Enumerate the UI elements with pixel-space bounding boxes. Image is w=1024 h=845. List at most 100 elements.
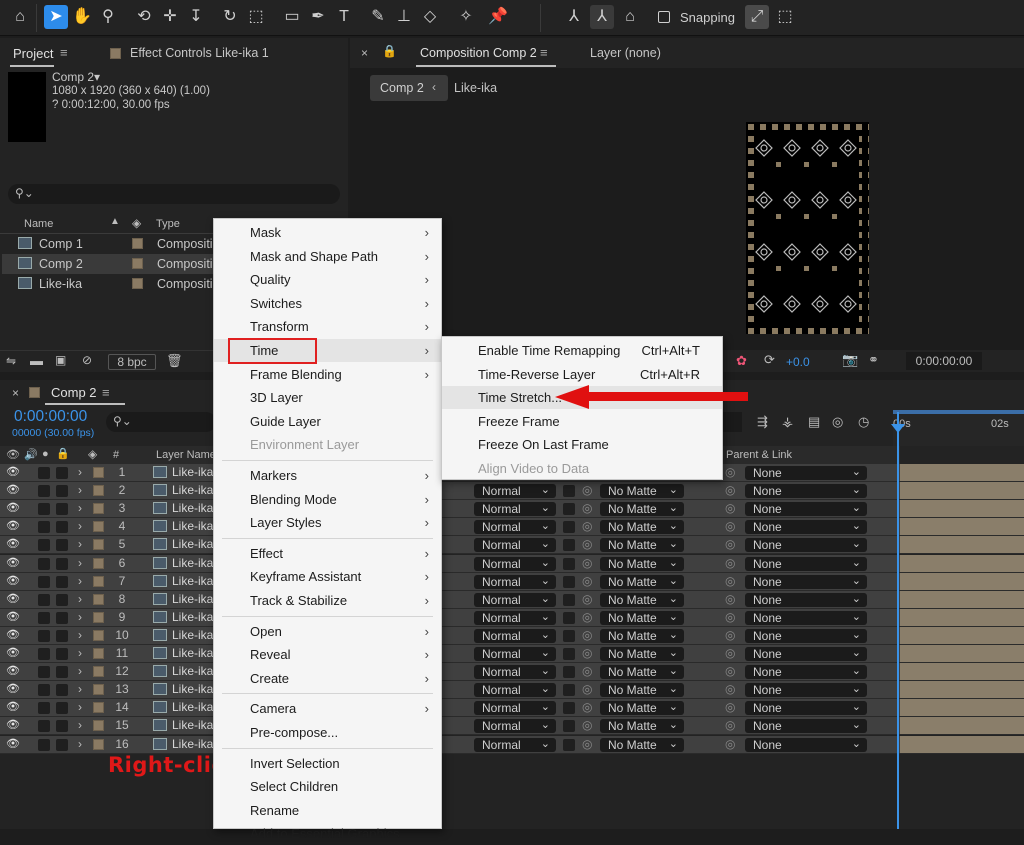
eye-icon[interactable]: 👁: [6, 536, 20, 553]
composition-mini-flowchart-icon[interactable]: ⇶: [757, 414, 768, 430]
blend-mode-select[interactable]: Normal ⌄: [474, 610, 556, 625]
new-folder-icon[interactable]: ▬: [30, 353, 43, 368]
tab-composition[interactable]: Composition Comp 2: [420, 46, 537, 60]
parent-pick-whip-icon[interactable]: ◎: [725, 699, 735, 716]
track-matte-select[interactable]: No Matte ⌄: [600, 520, 684, 535]
parent-select[interactable]: None ⌄: [745, 592, 867, 607]
layer-name[interactable]: Like-ika: [172, 609, 213, 626]
parent-select[interactable]: None ⌄: [745, 538, 867, 553]
lock-toggle[interactable]: [56, 503, 68, 516]
menu-item-rename[interactable]: Rename: [214, 799, 441, 822]
chevron-right-icon[interactable]: ›: [78, 464, 82, 481]
dolly-camera-icon[interactable]: ↧: [184, 5, 208, 29]
blend-mode-select[interactable]: Normal ⌄: [474, 628, 556, 643]
playhead[interactable]: [897, 412, 899, 829]
layer-row[interactable]: 👁 › 5 Like-ika Normal ⌄ ◎ No Matte ⌄ ◎ None ⌄: [0, 536, 900, 555]
label-color-swatch[interactable]: [93, 521, 104, 533]
label-color-swatch[interactable]: [93, 557, 104, 569]
layer-row[interactable]: 👁 › 9 Like-ika Normal ⌄ ◎ No Matte ⌄ ◎ None ⌄: [0, 608, 900, 627]
layer-duration-bar[interactable]: [900, 572, 1024, 591]
blend-mode-select[interactable]: Normal ⌄: [474, 556, 556, 571]
blend-mode-select[interactable]: Normal ⌄: [474, 484, 556, 499]
layer-name[interactable]: Like-ika: [172, 518, 213, 535]
menu-item-camera[interactable]: Camera ›: [214, 697, 441, 720]
eye-icon[interactable]: 👁: [6, 609, 20, 626]
orbit-camera-icon[interactable]: ⟲: [132, 5, 156, 29]
preserve-transparency-toggle[interactable]: [563, 611, 575, 624]
solo-toggle[interactable]: [38, 684, 50, 697]
work-area-bar[interactable]: [893, 410, 1024, 414]
column-type-header[interactable]: Type: [156, 218, 180, 230]
eye-icon[interactable]: 👁: [6, 500, 20, 517]
solo-toggle[interactable]: [38, 557, 50, 570]
playhead-handle-icon[interactable]: [891, 424, 905, 433]
clone-stamp-tool-icon[interactable]: ⊥: [392, 5, 416, 29]
tab-layer[interactable]: Layer (none): [590, 46, 661, 60]
solo-toggle[interactable]: [38, 521, 50, 534]
solo-toggle[interactable]: [38, 485, 50, 498]
reset-exposure-icon[interactable]: ⟳: [764, 352, 775, 368]
label-color-swatch[interactable]: [93, 648, 104, 659]
label-color-swatch[interactable]: [93, 467, 104, 478]
layer-duration-bar[interactable]: [900, 699, 1024, 718]
pick-whip-icon[interactable]: ◎: [582, 645, 592, 662]
layer-name[interactable]: Like-ika: [172, 681, 213, 698]
parent-select[interactable]: None ⌄: [745, 628, 867, 643]
eye-icon[interactable]: 👁: [6, 681, 20, 698]
label-color-swatch[interactable]: [93, 539, 104, 551]
new-composition-icon[interactable]: ▣: [55, 353, 66, 367]
lock-toggle[interactable]: [56, 629, 68, 642]
layer-row[interactable]: 👁 › 3 Like-ika Normal ⌄ ◎ No Matte ⌄ ◎ None ⌄: [0, 500, 900, 519]
layer-duration-bar[interactable]: [900, 663, 1024, 682]
label-color-swatch[interactable]: [93, 738, 104, 750]
eye-icon[interactable]: 👁: [6, 464, 20, 481]
blend-mode-select[interactable]: Normal ⌄: [474, 647, 556, 661]
layer-duration-bar[interactable]: [900, 681, 1024, 700]
hide-shy-layers-icon[interactable]: ▤: [808, 414, 820, 430]
track-matte-select[interactable]: No Matte ⌄: [600, 610, 684, 625]
menu-item-open[interactable]: Open ›: [214, 620, 441, 643]
parent-select[interactable]: None ⌄: [745, 574, 867, 589]
solo-toggle[interactable]: [38, 611, 50, 624]
pick-whip-icon[interactable]: ◎: [582, 536, 592, 553]
layer-name[interactable]: Like-ika: [172, 591, 213, 608]
menu-item-markers[interactable]: Markers ›: [214, 464, 441, 487]
label-color-swatch[interactable]: [93, 702, 104, 714]
type-tool-icon[interactable]: T: [332, 5, 356, 29]
chevron-right-icon[interactable]: ›: [78, 500, 82, 517]
layer-name[interactable]: Like-ika: [172, 482, 213, 499]
menu-item-frame-blending[interactable]: Frame Blending ›: [214, 363, 441, 386]
solo-toggle[interactable]: [38, 666, 50, 679]
pan-behind-tool-icon[interactable]: ⬚: [244, 5, 268, 29]
layer-row[interactable]: 👁 › 10 Like-ika Normal ⌄ ◎ No Matte ⌄ ◎ None ⌄: [0, 626, 900, 645]
layer-row[interactable]: 👁 › 4 Like-ika Normal ⌄ ◎ No Matte ⌄ ◎ None ⌄: [0, 518, 900, 537]
menu-item-switches[interactable]: Switches ›: [214, 292, 441, 315]
rectangle-tool-icon[interactable]: ▭: [280, 5, 304, 29]
timeline-search-input[interactable]: ⚲⌄: [106, 412, 216, 432]
parent-pick-whip-icon[interactable]: ◎: [725, 627, 735, 644]
layer-row[interactable]: 👁 › 12 Like-ika Normal ⌄ ◎ No Matte ⌄ ◎ None ⌄: [0, 663, 900, 682]
menu-item-keyframe-assistant[interactable]: Keyframe Assistant ›: [214, 565, 441, 588]
parent-select[interactable]: None ⌄: [745, 665, 867, 680]
preserve-transparency-toggle[interactable]: [563, 629, 575, 642]
submenu-item-enable-time-remapping[interactable]: Enable Time Remapping Ctrl+Alt+T: [442, 339, 722, 362]
lock-toggle[interactable]: [56, 666, 68, 679]
pen-tool-icon[interactable]: ✒: [306, 5, 330, 29]
preserve-transparency-toggle[interactable]: [563, 539, 575, 552]
eye-icon[interactable]: 👁: [6, 645, 20, 662]
puppet-pin-tool-icon[interactable]: 📌: [486, 5, 510, 29]
preserve-transparency-toggle[interactable]: [563, 593, 575, 606]
layer-duration-bar[interactable]: [900, 464, 1024, 482]
track-matte-select[interactable]: No Matte ⌄: [600, 683, 684, 698]
parent-pick-whip-icon[interactable]: ◎: [725, 518, 735, 535]
chevron-right-icon[interactable]: ›: [78, 645, 82, 662]
pick-whip-icon[interactable]: ◎: [582, 482, 592, 499]
menu-item-create[interactable]: Create ›: [214, 667, 441, 690]
composition-canvas[interactable]: [746, 122, 869, 334]
lock-toggle[interactable]: [56, 575, 68, 588]
label-color-swatch[interactable]: [93, 503, 104, 515]
zoom-tool-icon[interactable]: ⚲: [96, 5, 120, 29]
layer-row[interactable]: 👁 › 7 Like-ika Normal ⌄ ◎ No Matte ⌄ ◎ None ⌄: [0, 572, 900, 591]
chevron-right-icon[interactable]: ›: [78, 736, 82, 753]
label-color-swatch[interactable]: [93, 684, 104, 696]
